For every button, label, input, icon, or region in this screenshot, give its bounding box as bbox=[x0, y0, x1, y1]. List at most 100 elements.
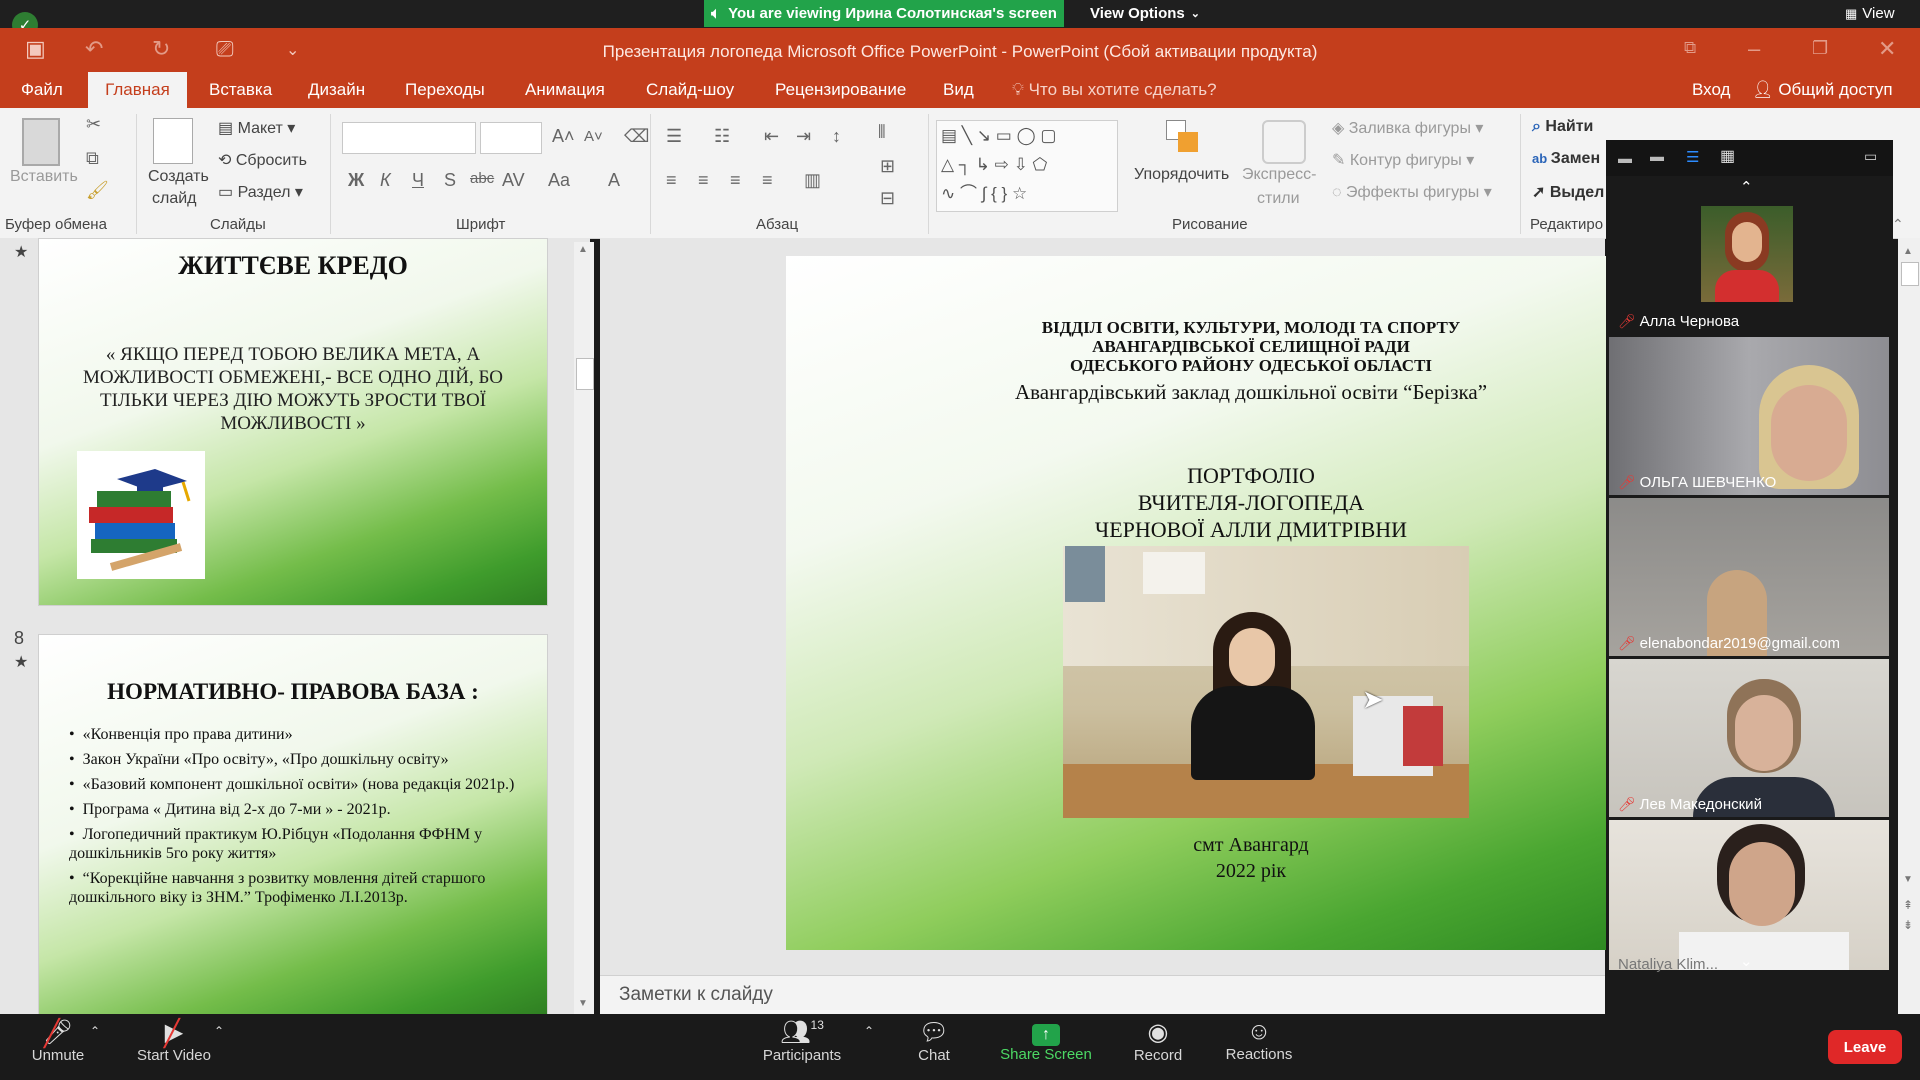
share-button[interactable]: 👤︎ Общий доступ bbox=[1752, 72, 1893, 108]
brace-right-shape-icon[interactable]: } bbox=[1002, 184, 1008, 203]
record-button[interactable]: ◉ Record bbox=[1122, 1018, 1194, 1074]
thumbnail-scrollbar[interactable]: ▲ ▼ bbox=[574, 242, 594, 1018]
tab-home[interactable]: Главная bbox=[88, 72, 187, 108]
tab-insert[interactable]: Вставка bbox=[209, 72, 272, 108]
paste-button[interactable] bbox=[18, 118, 64, 172]
line-spacing-icon[interactable]: ↕ bbox=[832, 126, 841, 147]
tab-file[interactable]: Файл bbox=[21, 72, 63, 108]
arrange-icon[interactable] bbox=[1166, 120, 1202, 156]
layout-button[interactable]: ▤ Макет ▾ bbox=[218, 118, 295, 138]
pentagon-shape-icon[interactable]: ⬠ bbox=[1033, 155, 1048, 174]
minimize-icon[interactable]: – bbox=[1748, 36, 1760, 62]
tab-slideshow[interactable]: Слайд-шоу bbox=[646, 72, 734, 108]
tab-animation[interactable]: Анимация bbox=[525, 72, 605, 108]
columns-icon[interactable]: ▥ bbox=[804, 170, 821, 191]
freeform-shape-icon[interactable]: ∿ bbox=[941, 184, 955, 203]
participants-button[interactable]: 👥︎13 Participants bbox=[756, 1018, 848, 1074]
arrange-label[interactable]: Упорядочить bbox=[1134, 166, 1229, 184]
curve-shape-icon[interactable]: ⌒ bbox=[960, 184, 977, 203]
clear-format-icon[interactable]: ⌫ bbox=[624, 126, 649, 147]
ribbon-display-icon[interactable]: ⧉ bbox=[1684, 38, 1696, 58]
notes-pane[interactable]: Заметки к слайду bbox=[600, 975, 1605, 1015]
triangle-shape-icon[interactable]: △ bbox=[941, 155, 954, 174]
text-direction-icon[interactable]: ⫴ bbox=[878, 122, 886, 143]
textbox-shape-icon[interactable]: ▤ bbox=[941, 126, 957, 145]
increase-indent-icon[interactable]: ⇥ bbox=[796, 126, 811, 147]
tab-design[interactable]: Дизайн bbox=[308, 72, 365, 108]
quick-styles-label-1[interactable]: Экспресс- bbox=[1242, 166, 1316, 184]
scrollbar-thumb[interactable] bbox=[576, 358, 594, 390]
new-slide-icon[interactable] bbox=[153, 118, 193, 164]
slide-thumbnail-7[interactable]: ЖИТТЄВЕ КРЕДО « ЯКЩО ПЕРЕД ТОБОЮ ВЕЛИКА … bbox=[38, 238, 548, 606]
scroll-up-participants-icon[interactable]: ⌃ bbox=[1740, 178, 1753, 196]
align-text-icon[interactable]: ⊞ bbox=[880, 156, 895, 177]
shape-fill-button[interactable]: ◈ Заливка фигуры ▾ bbox=[1332, 118, 1483, 138]
align-left-icon[interactable]: ≡ bbox=[666, 170, 677, 191]
justify-icon[interactable]: ≡ bbox=[762, 170, 773, 191]
start-video-button[interactable]: ▶︎ ╱ Start Video bbox=[128, 1018, 220, 1074]
tab-view[interactable]: Вид bbox=[943, 72, 974, 108]
decrease-indent-icon[interactable]: ⇤ bbox=[764, 126, 779, 147]
view-options-button[interactable]: View Options ⌄ bbox=[1090, 0, 1200, 27]
restore-icon[interactable]: ❐ bbox=[1812, 38, 1828, 59]
tell-me-box[interactable]: 💡︎ Что вы хотите сделать? bbox=[1012, 72, 1217, 108]
spacing-icon[interactable]: AV bbox=[502, 170, 525, 191]
change-case-icon[interactable]: Aa bbox=[548, 170, 570, 191]
shadow-icon[interactable]: S bbox=[444, 170, 456, 191]
scroll-up-icon[interactable]: ▲ bbox=[578, 244, 588, 255]
cut-icon[interactable]: ✂ bbox=[86, 114, 101, 135]
slide-thumbnail-8[interactable]: НОРМАТИВНО- ПРАВОВА БАЗА : • «Конвенція … bbox=[38, 634, 548, 1016]
rounded-rect-shape-icon[interactable]: ▢ bbox=[1040, 126, 1056, 145]
scroll-down-icon[interactable]: ▼ bbox=[1903, 874, 1913, 885]
scribble-shape-icon[interactable]: ∫ bbox=[982, 184, 987, 203]
copy-icon[interactable]: ⧉ bbox=[86, 148, 99, 169]
bold-icon[interactable]: Ж bbox=[348, 170, 364, 191]
main-slide[interactable]: ВІДДІЛ ОСВІТИ, КУЛЬТУРИ, МОЛОДІ ТА СПОРТ… bbox=[786, 256, 1606, 950]
gallery-view-icon[interactable]: ▦ bbox=[1720, 146, 1735, 166]
tab-review[interactable]: Рецензирование bbox=[775, 72, 906, 108]
select-button[interactable]: ➚ Выдел bbox=[1532, 182, 1604, 202]
shapes-gallery[interactable]: ▤ ╲ ↘ ▭ ◯ ▢ △ ┐ ↳ ⇨ ⇩ ⬠ ∿ ⌒ ∫ { } ☆ bbox=[936, 120, 1118, 212]
share-screen-button[interactable]: ↑ Share Screen bbox=[994, 1018, 1098, 1074]
align-right-icon[interactable]: ≡ bbox=[730, 170, 741, 191]
participant-tile-3[interactable] bbox=[1609, 498, 1889, 656]
strikethrough-icon[interactable]: abc bbox=[470, 170, 494, 187]
font-color-icon[interactable]: A bbox=[608, 170, 620, 191]
scroll-up-icon[interactable]: ▲ bbox=[1903, 246, 1913, 257]
numbering-icon[interactable]: ☷ bbox=[714, 126, 730, 147]
replace-button[interactable]: ab Замен bbox=[1532, 150, 1600, 168]
scroll-down-participants-icon[interactable]: ⌄ bbox=[1740, 952, 1753, 970]
down-arrow-shape-icon[interactable]: ⇩ bbox=[1014, 155, 1028, 174]
tab-transitions[interactable]: Переходы bbox=[405, 72, 485, 108]
oval-shape-icon[interactable]: ◯ bbox=[1017, 126, 1036, 145]
login-link[interactable]: Вход bbox=[1692, 72, 1730, 108]
underline-icon[interactable]: Ч bbox=[412, 170, 424, 191]
minimize-gallery-icon[interactable]: ▬ bbox=[1618, 150, 1632, 166]
quick-styles-label-2[interactable]: стили bbox=[1257, 190, 1300, 208]
line-shape-icon[interactable]: ╲ bbox=[962, 126, 972, 145]
align-center-icon[interactable]: ≡ bbox=[698, 170, 709, 191]
participant-tile-5[interactable] bbox=[1609, 820, 1889, 970]
brace-left-shape-icon[interactable]: { bbox=[991, 184, 997, 203]
leave-button[interactable]: Leave bbox=[1828, 1030, 1902, 1064]
close-icon[interactable]: ✕ bbox=[1878, 36, 1896, 62]
right-arrow-shape-icon[interactable]: ⇨ bbox=[995, 155, 1009, 174]
quick-styles-icon[interactable] bbox=[1262, 120, 1306, 164]
shape-outline-button[interactable]: ✎ Контур фигуры ▾ bbox=[1332, 150, 1474, 170]
reset-button[interactable]: ⟲ Сбросить bbox=[218, 150, 307, 170]
next-slide-icon[interactable]: ⇟ bbox=[1903, 918, 1913, 932]
pop-out-icon[interactable]: ▭ bbox=[1864, 148, 1877, 165]
arrow-shape-icon[interactable]: ↘ bbox=[977, 126, 991, 145]
unmute-button[interactable]: 🎤︎ ╱ Unmute bbox=[22, 1018, 94, 1074]
connector-shape-icon[interactable]: ┐ bbox=[959, 155, 971, 174]
new-slide-label-2[interactable]: слайд bbox=[152, 190, 197, 208]
italic-icon[interactable]: К bbox=[380, 170, 391, 191]
find-button[interactable]: ⌕ Найти bbox=[1532, 118, 1593, 136]
previous-slide-icon[interactable]: ⇞ bbox=[1903, 898, 1913, 912]
participant-tile-2[interactable] bbox=[1609, 337, 1889, 495]
format-painter-icon[interactable]: 🖌︎ bbox=[86, 180, 109, 201]
chat-button[interactable]: 💬︎ Chat bbox=[898, 1018, 970, 1074]
view-button[interactable]: ▦ View bbox=[1845, 0, 1895, 27]
new-slide-label-1[interactable]: Создать bbox=[148, 168, 209, 186]
font-size-field[interactable] bbox=[480, 122, 542, 154]
